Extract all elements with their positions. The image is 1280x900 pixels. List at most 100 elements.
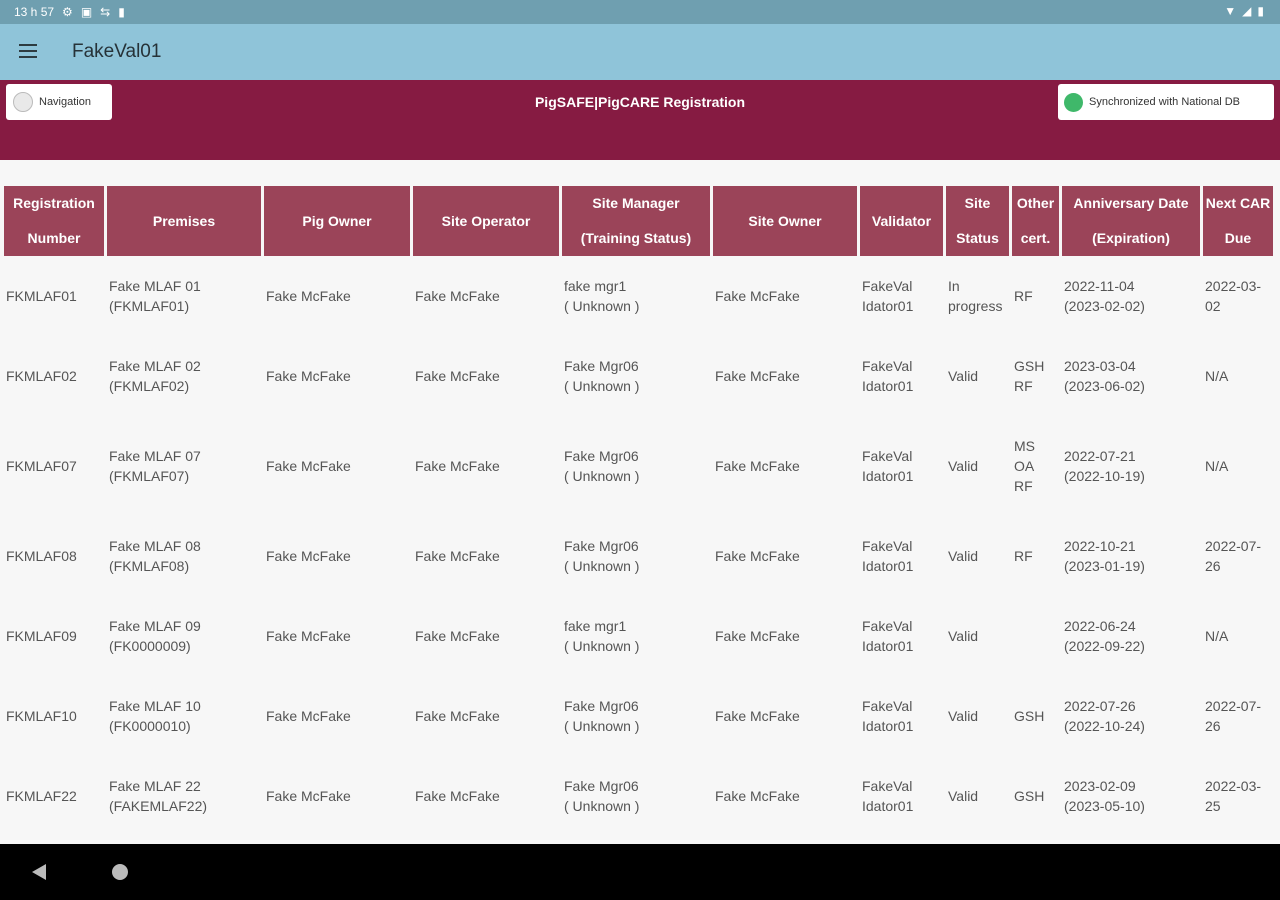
- cell-pig-owner: Fake McFake: [264, 416, 410, 516]
- table-row[interactable]: FKMLAF02 Fake MLAF 02 (FKMLAF02) Fake McFak…: [4, 336, 1273, 416]
- back-icon[interactable]: [32, 864, 46, 880]
- cell-pig-owner: Fake McFake: [264, 756, 410, 836]
- cell-site-status: Valid: [946, 416, 1009, 516]
- cell-site-manager: Fake Mgr06 ( Unknown ): [562, 516, 710, 596]
- cell-anniversary-date: 2022-10-21 (2023-01-19): [1062, 516, 1200, 596]
- cell-site-status: Valid: [946, 336, 1009, 416]
- column-header-anniversary-date[interactable]: Anniversary Date (Expiration): [1062, 186, 1200, 256]
- table-row[interactable]: FKMLAF09 Fake MLAF 09 (FK0000009) Fake McFa…: [4, 596, 1273, 676]
- cell-text: fake mgr1: [564, 618, 627, 634]
- cell-site-manager: fake mgr1 ( Unknown ): [562, 256, 710, 336]
- cell-anniversary-date: 2022-07-21 (2022-10-19): [1062, 416, 1200, 516]
- cell-text: Fake MLAF 07: [109, 448, 201, 464]
- cell-anniversary-date: 2023-02-09 (2023-05-10): [1062, 756, 1200, 836]
- cell-registration-number: FKMLAF22: [4, 756, 104, 836]
- cell-text: Fake MLAF 02: [109, 358, 201, 374]
- cell-site-operator: Fake McFake: [413, 596, 559, 676]
- cell-site-operator: Fake McFake: [413, 416, 559, 516]
- home-icon[interactable]: [112, 864, 128, 880]
- cell-text: (2023-06-02): [1064, 378, 1145, 394]
- cell-text: Idator01: [862, 298, 914, 314]
- cell-text: ( Unknown ): [564, 558, 640, 574]
- cell-next-car-due: 2022-07- 26: [1203, 516, 1273, 596]
- cell-text: progress: [948, 298, 1003, 314]
- column-header-premises[interactable]: Premises: [107, 186, 261, 256]
- cell-next-car-due: 2022-07- 26: [1203, 676, 1273, 756]
- cell-text: Fake McFake: [715, 288, 800, 304]
- table-row[interactable]: FKMLAF22 Fake MLAF 22 (FAKEMLAF22) Fake McF…: [4, 756, 1273, 836]
- column-header-site-owner[interactable]: Site Owner: [713, 186, 857, 256]
- cell-text: fake mgr1: [564, 278, 627, 294]
- cell-text: FakeVal: [862, 278, 913, 294]
- cell-text: Fake McFake: [415, 628, 500, 644]
- notification-icon: ▣: [80, 5, 93, 19]
- cell-text: Fake MLAF 01: [109, 278, 201, 294]
- cell-text: Fake McFake: [266, 458, 351, 474]
- table-row[interactable]: FKMLAF07 Fake MLAF 07 (FKMLAF07) Fake McFak…: [4, 416, 1273, 516]
- cell-site-operator: Fake McFake: [413, 516, 559, 596]
- cell-text: Valid: [948, 708, 979, 724]
- sync-status-button[interactable]: Synchronized with National DB: [1058, 84, 1274, 120]
- cell-other-cert: MS OA RF: [1012, 416, 1059, 516]
- cell-text: Fake MLAF 08: [109, 538, 201, 554]
- cell-text: Fake McFake: [715, 708, 800, 724]
- cell-site-operator: Fake McFake: [413, 756, 559, 836]
- cell-text: 2022-10-21: [1064, 538, 1136, 554]
- column-header-text: Number: [27, 230, 81, 246]
- cell-text: 2022-03-: [1205, 778, 1262, 794]
- cell-text: Fake McFake: [415, 458, 500, 474]
- column-header-validator[interactable]: Validator: [860, 186, 943, 256]
- cell-text: Fake McFake: [715, 368, 800, 384]
- cell-text: Idator01: [862, 718, 914, 734]
- cell-text: Valid: [948, 458, 979, 474]
- cell-text: Fake Mgr06: [564, 698, 639, 714]
- menu-icon[interactable]: [19, 44, 37, 58]
- table-row[interactable]: FKMLAF10 Fake MLAF 10 (FK0000010) Fake McFa…: [4, 676, 1273, 756]
- cell-text: Idator01: [862, 638, 914, 654]
- cell-text: N/A: [1205, 628, 1229, 644]
- column-header-text: (Training Status): [580, 230, 692, 246]
- column-header-text: cert.: [1020, 230, 1051, 246]
- column-header-text: Site: [964, 195, 991, 211]
- table-row[interactable]: FKMLAF08 Fake MLAF 08 (FKMLAF08) Fake McFak…: [4, 516, 1273, 596]
- column-header-text: Other: [1016, 195, 1055, 211]
- column-header-next-car-due[interactable]: Next CAR Due: [1203, 186, 1273, 256]
- table-row[interactable]: FKMLAF01 Fake MLAF 01 (FKMLAF01) Fake McFak…: [4, 256, 1273, 336]
- column-header-text: Site Operator: [441, 212, 531, 229]
- cell-site-owner: Fake McFake: [713, 516, 857, 596]
- cell-text: (FKMLAF07): [109, 468, 190, 484]
- cell-text: Fake McFake: [415, 708, 500, 724]
- cell-text: Idator01: [862, 468, 914, 484]
- column-header-other-cert[interactable]: Other cert.: [1012, 186, 1059, 256]
- column-header-text: Site Manager: [592, 195, 680, 211]
- cell-validator: FakeVal Idator01: [860, 756, 943, 836]
- cell-next-car-due: 2022-03- 02: [1203, 256, 1273, 336]
- cell-site-owner: Fake McFake: [713, 256, 857, 336]
- wifi-icon: ▼: [1224, 4, 1237, 18]
- battery-icon: ▮: [1257, 4, 1264, 18]
- registration-table: Registration Number Premises Pig Owner Site …: [1, 186, 1276, 836]
- column-header-site-status[interactable]: Site Status: [946, 186, 1009, 256]
- column-header-site-operator[interactable]: Site Operator: [413, 186, 559, 256]
- cell-text: Fake MLAF 10: [109, 698, 201, 714]
- cell-text: Fake McFake: [415, 368, 500, 384]
- cell-site-operator: Fake McFake: [413, 256, 559, 336]
- vpn-icon: ⇆: [100, 5, 111, 19]
- column-header-pig-owner[interactable]: Pig Owner: [264, 186, 410, 256]
- cell-text: Fake McFake: [266, 368, 351, 384]
- cell-site-owner: Fake McFake: [713, 416, 857, 516]
- column-header-site-manager[interactable]: Site Manager (Training Status): [562, 186, 710, 256]
- app-title: FakeVal01: [72, 41, 162, 62]
- cell-site-status: Valid: [946, 756, 1009, 836]
- cell-registration-number: FKMLAF09: [4, 596, 104, 676]
- cell-validator: FakeVal Idator01: [860, 336, 943, 416]
- column-header-registration-number[interactable]: Registration Number: [4, 186, 104, 256]
- cell-text: Idator01: [862, 798, 914, 814]
- cell-text: 02: [1205, 298, 1221, 314]
- cell-site-status: Valid: [946, 596, 1009, 676]
- cell-text: Fake McFake: [415, 288, 500, 304]
- cell-text: Valid: [948, 788, 979, 804]
- status-time: 13 h 57: [14, 5, 55, 19]
- registration-table-container[interactable]: Registration Number Premises Pig Owner Site …: [0, 186, 1280, 844]
- settings-icon: ⚙: [62, 5, 73, 19]
